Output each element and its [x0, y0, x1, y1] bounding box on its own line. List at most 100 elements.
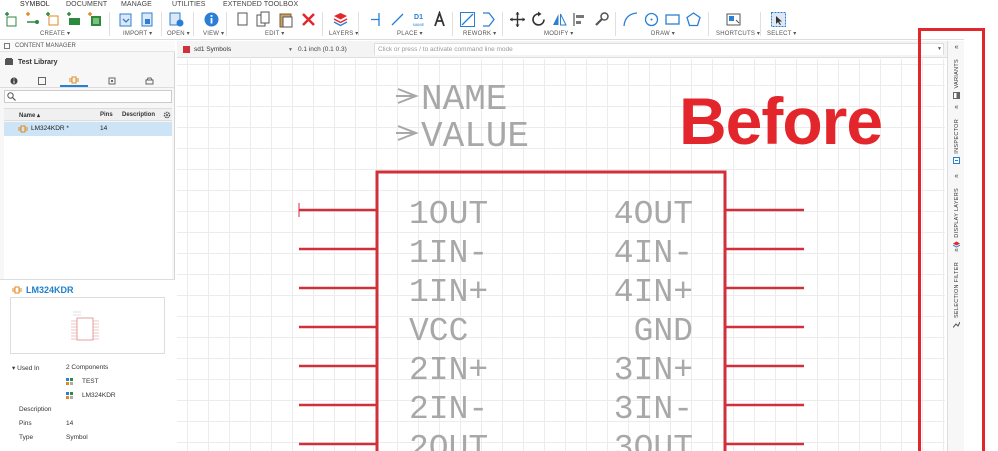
polygon-icon[interactable]: [685, 11, 702, 28]
select-icon[interactable]: [770, 11, 787, 28]
toolbar-divider: [109, 12, 110, 36]
display-layers-section[interactable]: « DISPLAY LAYERS: [948, 173, 965, 248]
editor-canvas[interactable]: NAME VALUE 1OUT 1IN- 1IN+ VCC 2IN+ 2IN- …: [177, 59, 945, 451]
symbol-icon: [18, 125, 28, 133]
layers-icon[interactable]: [332, 11, 349, 28]
info-icon: [10, 77, 18, 85]
rework-line-icon[interactable]: [459, 11, 476, 28]
arc-icon[interactable]: [622, 11, 639, 28]
description-label: Description: [19, 406, 52, 413]
new-pin-icon[interactable]: [24, 11, 41, 28]
group-open-label[interactable]: OPEN ▾: [167, 30, 190, 37]
pin-label-right: 3IN-: [614, 391, 693, 428]
group-view-label[interactable]: VIEW ▾: [203, 30, 224, 37]
tab-manage[interactable]: MANAGE: [121, 0, 152, 9]
group-modify-label[interactable]: MODIFY ▾: [544, 30, 574, 37]
new-component-icon[interactable]: [45, 11, 62, 28]
component-link[interactable]: LM324KDR: [82, 392, 116, 399]
duplicate-icon[interactable]: [255, 11, 272, 28]
chevron-double-left-icon[interactable]: «: [955, 44, 959, 51]
command-line[interactable]: [374, 43, 944, 55]
group-layers-label[interactable]: LAYERS ▾: [329, 30, 359, 37]
symbol-icon: [69, 76, 79, 84]
new-symbol-icon[interactable]: [4, 11, 21, 28]
circle-icon[interactable]: [643, 11, 660, 28]
import-library-icon[interactable]: [118, 11, 135, 28]
group-draw-label[interactable]: DRAW ▾: [651, 30, 675, 37]
details-panel: LM324KDR ▾ Used In 2 Components TEST LM3…: [0, 279, 175, 451]
d1-label: D1: [414, 14, 423, 21]
group-rework-label[interactable]: REWORK ▾: [463, 30, 496, 37]
symbol-icon: [12, 286, 22, 294]
copy-icon[interactable]: [234, 11, 251, 28]
inspector-section[interactable]: « INSPECTOR: [948, 104, 965, 164]
new-package-icon[interactable]: [87, 11, 104, 28]
tab-components[interactable]: [28, 75, 56, 87]
group-import-label[interactable]: IMPORT ▾: [123, 30, 152, 37]
chevron-double-left-icon[interactable]: «: [955, 173, 959, 180]
paste-icon[interactable]: [278, 11, 295, 28]
mirror-icon[interactable]: [551, 11, 568, 28]
used-in-label[interactable]: ▾ Used In: [12, 364, 39, 372]
component-icon: [66, 378, 73, 385]
chevron-down-icon[interactable]: ▼: [937, 46, 942, 52]
footprint-icon: [108, 77, 116, 85]
chevron-double-left-icon[interactable]: «: [955, 104, 959, 111]
gear-icon[interactable]: [163, 111, 171, 119]
tab-footprints[interactable]: [98, 75, 126, 87]
info-icon[interactable]: [203, 11, 220, 28]
shortcuts-icon[interactable]: [725, 11, 742, 28]
chevron-double-left-icon[interactable]: «: [955, 247, 959, 254]
tab-packages[interactable]: [135, 75, 163, 87]
component-link[interactable]: TEST: [82, 378, 99, 385]
symbol-preview: [10, 297, 165, 354]
pin-icon[interactable]: [368, 11, 385, 28]
search-input[interactable]: [17, 92, 167, 102]
delete-icon[interactable]: [300, 11, 317, 28]
tab-symbols[interactable]: [60, 75, 88, 87]
tab-extended-toolbox[interactable]: EXTENDED TOOLBOX: [223, 0, 298, 9]
value-placeholder[interactable]: VALUE: [421, 116, 529, 157]
text-icon[interactable]: [431, 10, 448, 28]
content-manager-header[interactable]: CONTENT MANAGER: [0, 41, 175, 52]
toolbar-divider: [226, 12, 227, 36]
new-footprint-icon[interactable]: [66, 11, 83, 28]
name-placeholder[interactable]: NAME: [421, 79, 507, 120]
toolbar-divider: [452, 12, 453, 36]
group-place-label[interactable]: PLACE ▾: [397, 30, 423, 37]
tab-utilities[interactable]: UTILITIES: [172, 0, 206, 9]
rectangle-icon[interactable]: [664, 11, 681, 28]
library-name: Test Library: [18, 58, 58, 66]
rework-arrow-icon[interactable]: [480, 11, 497, 28]
command-input[interactable]: [375, 44, 943, 55]
pin-label-left: 1IN+: [409, 274, 488, 311]
tab-document[interactable]: DOCUMENT: [66, 0, 107, 9]
col-name-header[interactable]: Name ▴: [19, 112, 40, 119]
row-pins: 14: [100, 125, 108, 132]
panel-toggle-icon[interactable]: [4, 43, 10, 49]
group-create-label[interactable]: CREATE ▾: [40, 30, 70, 37]
open-icon[interactable]: [168, 11, 185, 28]
toolbar-divider: [615, 12, 616, 36]
wrench-icon[interactable]: [593, 11, 610, 28]
toolbar-divider: [708, 12, 709, 36]
tab-info[interactable]: [0, 75, 28, 87]
col-description-header[interactable]: Description: [122, 112, 155, 118]
name-label-icon[interactable]: D1 NAME: [410, 11, 427, 28]
group-select-label[interactable]: SELECT ▾: [767, 30, 797, 37]
rotate-icon[interactable]: [530, 11, 547, 28]
d1-sublabel: NAME: [413, 22, 425, 27]
variants-section[interactable]: « VARIANTS: [948, 44, 965, 99]
group-shortcuts-label[interactable]: SHORTCUTS ▾: [716, 30, 760, 37]
align-icon[interactable]: [572, 11, 589, 28]
move-icon[interactable]: [509, 11, 526, 28]
grid-setting[interactable]: 0.1 inch (0.1 0.3): [298, 46, 347, 53]
selection-filter-section[interactable]: « SELECTION FILTER: [948, 247, 965, 328]
layer-dropdown[interactable]: sd1 Symbols ▼: [183, 44, 293, 55]
col-pins-header[interactable]: Pins: [100, 112, 113, 118]
table-row[interactable]: LM324KDR * 14: [4, 122, 172, 136]
search-box[interactable]: [4, 90, 172, 103]
group-edit-label[interactable]: EDIT ▾: [265, 30, 284, 37]
import-file-icon[interactable]: [139, 11, 156, 28]
line-icon[interactable]: [389, 11, 406, 28]
